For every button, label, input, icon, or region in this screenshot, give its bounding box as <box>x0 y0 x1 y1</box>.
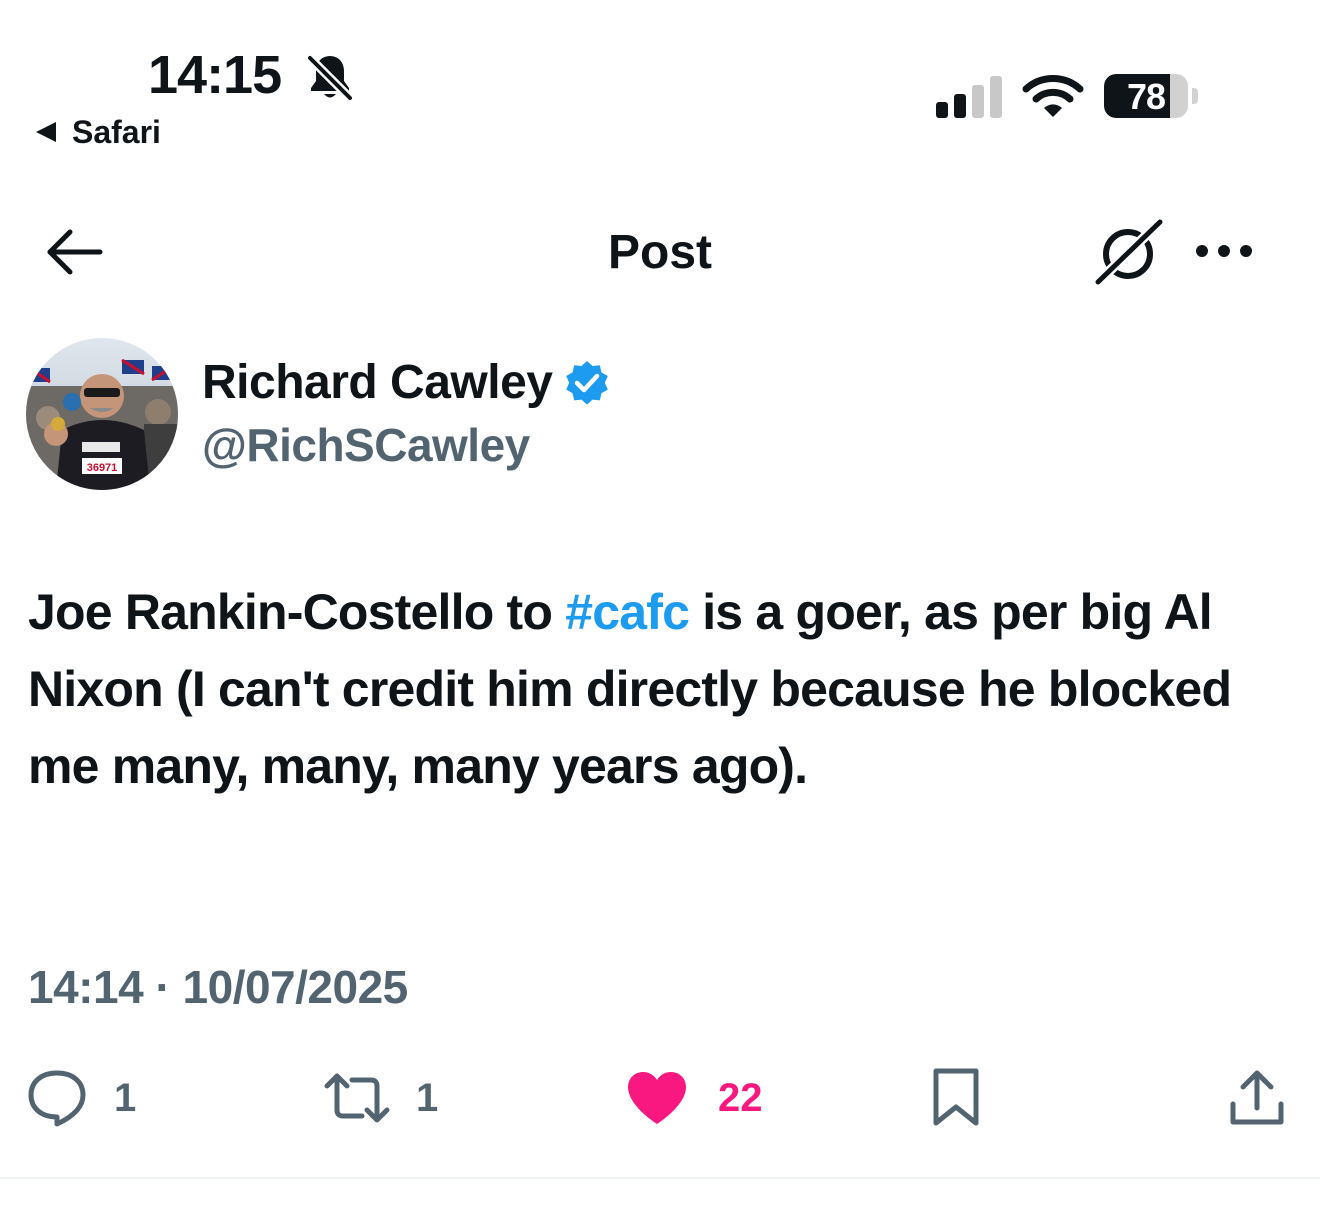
back-to-app-button[interactable]: Safari <box>36 112 161 152</box>
page-title: Post <box>607 226 712 279</box>
hashtag-link[interactable]: #cafc <box>565 584 690 640</box>
like-button[interactable]: 22 <box>626 1064 763 1132</box>
share-button[interactable] <box>1228 1064 1286 1132</box>
author-handle[interactable]: @RichSCawley <box>202 416 530 474</box>
reply-icon <box>28 1070 86 1127</box>
repost-button[interactable]: 1 <box>324 1064 438 1132</box>
verified-badge-icon <box>566 361 609 405</box>
repost-icon <box>324 1073 390 1123</box>
more-icon[interactable] <box>1194 236 1254 266</box>
back-arrow-icon[interactable] <box>44 224 104 280</box>
tweet-text: Joe Rankin-Costello to #cafc is a goer, … <box>28 574 1288 805</box>
reply-count: 1 <box>114 1076 137 1120</box>
reply-button[interactable]: 1 <box>26 1064 136 1132</box>
wifi-icon <box>1022 75 1084 117</box>
share-icon <box>1230 1070 1284 1125</box>
cellular-signal-icon <box>936 76 1002 118</box>
bookmark-icon <box>933 1068 979 1126</box>
divider <box>0 1177 1320 1179</box>
author-name-text: Richard Cawley <box>202 356 553 409</box>
back-app-label: Safari <box>72 114 161 150</box>
tweet-text-before: Joe Rankin-Costello to <box>28 584 566 640</box>
avatar[interactable]: 36971 <box>26 338 178 490</box>
bookmark-button[interactable] <box>930 1064 982 1132</box>
grok-icon[interactable] <box>1094 218 1164 286</box>
battery-icon: 78 <box>1104 74 1200 120</box>
tweet-timestamp[interactable]: 14:14 · 10/07/2025 <box>28 958 408 1016</box>
back-triangle-icon <box>36 122 56 142</box>
bell-slash-icon <box>306 53 354 102</box>
status-time: 14:15 <box>148 45 282 105</box>
battery-percent: 78 <box>1126 76 1166 117</box>
svg-text:36971: 36971 <box>87 462 118 474</box>
heart-icon <box>628 1072 686 1124</box>
author-name[interactable]: Richard Cawley <box>202 354 610 412</box>
like-count: 22 <box>718 1076 763 1120</box>
repost-count: 1 <box>416 1076 439 1120</box>
